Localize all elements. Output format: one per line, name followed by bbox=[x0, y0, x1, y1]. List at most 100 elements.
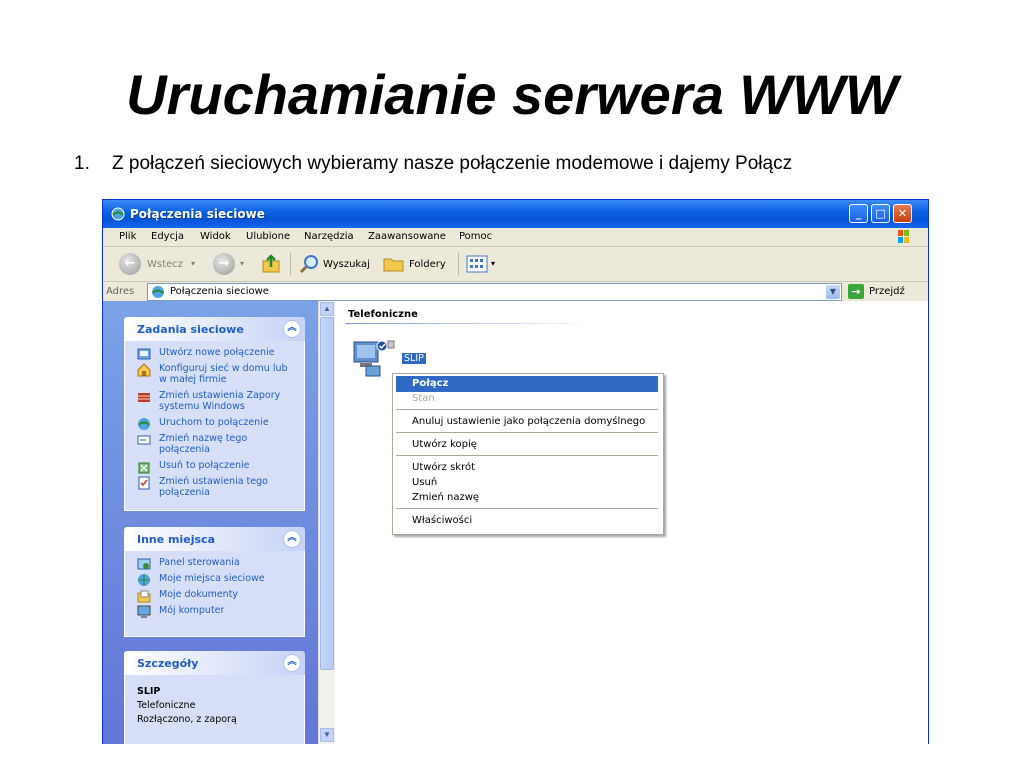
back-dropdown-icon[interactable]: ▾ bbox=[191, 259, 195, 268]
group-header: Telefoniczne bbox=[348, 309, 418, 320]
task-pane: Zadania sieciowe ︽ Utwórz nowe połączeni… bbox=[103, 301, 318, 744]
home-network-icon bbox=[137, 363, 151, 377]
menu-favorites[interactable]: Ulubione bbox=[246, 231, 290, 242]
settings-icon bbox=[138, 476, 150, 490]
details-name: SLIP bbox=[137, 686, 161, 697]
details-header[interactable]: Szczegóły ︽ bbox=[124, 651, 305, 675]
collapse-icon[interactable]: ︽ bbox=[283, 654, 301, 672]
screenshot: Połączenia sieciowe _ □ ✕ Plik Edycja Wi… bbox=[102, 199, 929, 744]
menu-file[interactable]: Plik bbox=[119, 231, 136, 242]
menu-help[interactable]: Pomoc bbox=[459, 231, 492, 242]
bullet-instruction: 1. Z połączeń sieciowych wybieramy nasze … bbox=[74, 153, 792, 175]
network-connections-icon bbox=[111, 207, 125, 221]
explorer-window: Połączenia sieciowe _ □ ✕ Plik Edycja Wi… bbox=[102, 199, 929, 744]
task-pane-scrollbar[interactable]: ▲ ▼ bbox=[318, 301, 335, 744]
windows-logo-icon bbox=[890, 229, 916, 244]
task-start-connection[interactable]: Uruchom to połączenie bbox=[137, 417, 298, 430]
toolbar: ← Wstecz ▾ → ▾ Wyszukaj Foldery ▾ bbox=[103, 247, 928, 282]
ctx-rename[interactable]: Zmień nazwę bbox=[396, 490, 658, 506]
slide-title: Uruchamianie serwera WWW bbox=[126, 63, 898, 126]
connect-icon bbox=[138, 418, 150, 430]
rename-icon bbox=[137, 435, 151, 445]
scroll-down-icon[interactable]: ▼ bbox=[320, 728, 334, 742]
context-menu: Połącz Stan Anuluj ustawienie jako połąc… bbox=[392, 373, 664, 535]
go-arrow-icon[interactable]: → bbox=[848, 284, 864, 299]
task-create-connection[interactable]: Utwórz nowe połączenie bbox=[137, 347, 298, 360]
scroll-thumb[interactable] bbox=[320, 317, 334, 670]
other-places-body: Panel sterowania Moje miejsca sieciowe M… bbox=[124, 551, 305, 637]
firewall-icon bbox=[138, 393, 150, 402]
network-connections-icon bbox=[152, 286, 164, 298]
details-status: Rozłączono, z zaporą bbox=[137, 714, 237, 725]
ctx-separator bbox=[396, 409, 658, 410]
up-folder-icon[interactable] bbox=[261, 253, 283, 275]
close-button[interactable]: ✕ bbox=[893, 204, 912, 223]
task-firewall-settings[interactable]: Zmień ustawienia Zapory systemu Windows bbox=[137, 390, 298, 412]
bullet-number: 1. bbox=[74, 153, 90, 174]
menu-tools[interactable]: Narzędzia bbox=[304, 231, 354, 242]
ctx-connect[interactable]: Połącz bbox=[396, 376, 658, 392]
place-my-computer[interactable]: Mój komputer bbox=[137, 605, 298, 618]
network-tasks-panel: Zadania sieciowe ︽ Utwórz nowe połączeni… bbox=[124, 317, 305, 511]
address-value: Połączenia sieciowe bbox=[170, 286, 269, 297]
place-my-network[interactable]: Moje miejsca sieciowe bbox=[137, 573, 298, 586]
network-tasks-header[interactable]: Zadania sieciowe ︽ bbox=[124, 317, 305, 341]
place-my-documents[interactable]: Moje dokumenty bbox=[137, 589, 298, 603]
views-dropdown-icon[interactable]: ▾ bbox=[491, 259, 495, 268]
search-icon[interactable] bbox=[299, 254, 319, 274]
ctx-separator bbox=[396, 508, 658, 509]
minimize-button[interactable]: _ bbox=[849, 204, 868, 223]
forward-dropdown-icon[interactable]: ▾ bbox=[240, 259, 244, 268]
menu-advanced[interactable]: Zaawansowane bbox=[368, 231, 446, 242]
menu-view[interactable]: Widok bbox=[200, 231, 231, 242]
ctx-cancel-default[interactable]: Anuluj ustawienie jako połączenia domyśl… bbox=[396, 414, 658, 430]
go-label[interactable]: Przejdź bbox=[869, 286, 905, 297]
task-home-network[interactable]: Konfiguruj sieć w domu lub w małej firmi… bbox=[137, 363, 298, 385]
ctx-properties[interactable]: Właściwości bbox=[396, 513, 658, 529]
address-dropdown-icon[interactable]: ▼ bbox=[826, 285, 840, 299]
back-arrow-icon[interactable]: ← bbox=[119, 253, 141, 275]
ctx-status: Stan bbox=[412, 393, 435, 404]
ctx-create-copy[interactable]: Utwórz kopię bbox=[396, 437, 658, 453]
my-network-places-icon bbox=[138, 574, 150, 586]
task-rename-connection[interactable]: Zmień nazwę tego połączenia bbox=[137, 433, 298, 455]
ctx-separator bbox=[396, 455, 658, 456]
collapse-icon[interactable]: ︽ bbox=[283, 320, 301, 338]
connection-name[interactable]: SLIP bbox=[402, 353, 426, 364]
ctx-create-shortcut[interactable]: Utwórz skrót bbox=[396, 460, 658, 476]
views-icon[interactable] bbox=[466, 255, 488, 273]
menu-edit[interactable]: Edycja bbox=[151, 231, 184, 242]
ctx-delete[interactable]: Usuń bbox=[396, 475, 658, 491]
forward-arrow-icon[interactable]: → bbox=[213, 253, 235, 275]
other-places-title: Inne miejsca bbox=[137, 533, 215, 546]
my-computer-icon bbox=[137, 605, 151, 618]
network-tasks-body: Utwórz nowe połączenie Konfiguruj sieć w… bbox=[124, 341, 305, 511]
address-bar: Adres Połączenia sieciowe ▼ → Przejdź bbox=[103, 282, 928, 303]
menu-bar: Plik Edycja Widok Ulubione Narzędzia Zaa… bbox=[103, 228, 928, 247]
other-places-header[interactable]: Inne miejsca ︽ bbox=[124, 527, 305, 551]
delete-icon bbox=[138, 462, 150, 474]
search-label[interactable]: Wyszukaj bbox=[323, 259, 370, 270]
address-input[interactable]: Połączenia sieciowe ▼ bbox=[147, 283, 842, 301]
maximize-button[interactable]: □ bbox=[871, 204, 890, 223]
folders-label[interactable]: Foldery bbox=[409, 259, 446, 270]
folders-icon[interactable] bbox=[383, 255, 405, 273]
place-control-panel[interactable]: Panel sterowania bbox=[137, 557, 298, 570]
scroll-up-icon[interactable]: ▲ bbox=[320, 302, 334, 316]
back-label[interactable]: Wstecz bbox=[147, 259, 183, 270]
details-title: Szczegóły bbox=[137, 657, 199, 670]
title-bar[interactable]: Połączenia sieciowe _ □ ✕ bbox=[103, 200, 928, 228]
collapse-icon[interactable]: ︽ bbox=[283, 530, 301, 548]
other-places-panel: Inne miejsca ︽ Panel sterowania Moje mie… bbox=[124, 527, 305, 637]
address-label: Adres bbox=[106, 286, 135, 297]
group-divider bbox=[345, 323, 595, 324]
toolbar-separator bbox=[458, 253, 459, 275]
task-delete-connection[interactable]: Usuń to połączenie bbox=[137, 460, 298, 474]
window-title: Połączenia sieciowe bbox=[130, 207, 265, 221]
my-documents-icon bbox=[137, 590, 151, 603]
details-body: SLIP Telefoniczne Rozłączono, z zaporą bbox=[124, 675, 305, 744]
task-change-settings[interactable]: Zmień ustawienia tego połączenia bbox=[137, 476, 298, 498]
toolbar-separator bbox=[290, 253, 291, 275]
details-panel: Szczegóły ︽ SLIP Telefoniczne Rozłączono… bbox=[124, 651, 305, 744]
network-tasks-title: Zadania sieciowe bbox=[137, 323, 244, 336]
